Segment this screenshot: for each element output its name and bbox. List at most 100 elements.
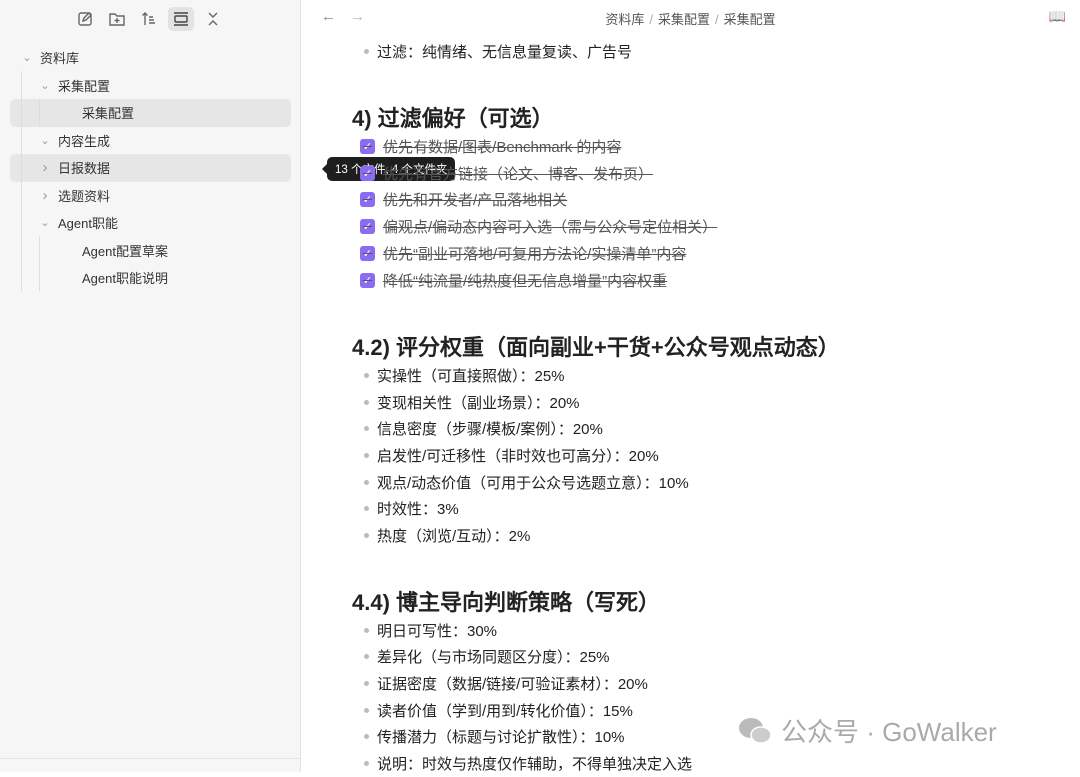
- breadcrumb-item[interactable]: 采集配置: [724, 12, 776, 27]
- list-item: 实操性（可直接照做）：25%: [352, 362, 1052, 389]
- explorer-toolbar: [72, 7, 226, 31]
- watermark: 公众号 · GoWalker: [737, 712, 997, 749]
- list-item: 说明：时效与热度仅作辅助，不得单独决定入选: [352, 750, 1052, 777]
- list-item: 明日可写性：30%: [352, 617, 1052, 644]
- tree-item[interactable]: Agent配置草案: [10, 237, 291, 265]
- checklist-item: ✓ 降低“纯流量/纯热度但无信息增量”内容权重: [352, 267, 1052, 294]
- list-item: 过滤：纯情绪、无信息量复读、广告号: [352, 38, 1052, 65]
- checklist-item-text: 优先“副业可落地/可复用方法论/实操清单”内容: [383, 243, 686, 264]
- bullet-icon: [364, 400, 369, 405]
- indent-guide: [21, 71, 22, 291]
- bullet-icon: [364, 453, 369, 458]
- list-item: 信息密度（步骤/模板/案例）：20%: [352, 415, 1052, 442]
- new-folder-button[interactable]: [104, 7, 130, 31]
- bullet-icon: [364, 373, 369, 378]
- list-item: 证据密度（数据/链接/可验证素材）：20%: [352, 670, 1052, 697]
- checklist-item: ✓ 优先有数据/图表/Benchmark 的内容: [352, 133, 1052, 160]
- chevron-right-icon: ›: [38, 159, 52, 176]
- collapse-view-button[interactable]: [168, 7, 194, 31]
- list-item-text: 说明：时效与热度仅作辅助，不得单独决定入选: [377, 753, 692, 774]
- tree-item-label: 选题资料: [58, 186, 110, 205]
- list-item-text: 观点/动态价值（可用于公众号选题立意）：10%: [377, 472, 689, 493]
- breadcrumb-item[interactable]: 资料库: [605, 12, 644, 27]
- reading-view-icon[interactable]: 📖: [1049, 8, 1066, 25]
- sort-button[interactable]: [136, 7, 162, 31]
- tree-item[interactable]: ⌄资料库: [10, 44, 291, 72]
- strategy-list: 明日可写性：30% 差异化（与市场同题区分度）：25% 证据密度（数据/链接/可验证…: [352, 617, 1052, 777]
- bullet-icon: [364, 480, 369, 485]
- list-item: 变现相关性（副业场景）：20%: [352, 389, 1052, 416]
- list-item-text: 实操性（可直接照做）：25%: [377, 365, 565, 386]
- list-item-text: 变现相关性（副业场景）：20%: [377, 392, 580, 413]
- list-item-text: 过滤：纯情绪、无信息量复读、广告号: [377, 41, 632, 62]
- watermark-text: 公众号 · GoWalker: [781, 712, 997, 749]
- bullet-icon: [364, 708, 369, 713]
- breadcrumb-item[interactable]: 采集配置: [658, 12, 710, 27]
- checklist-item-text: 偏观点/偏动态内容可入选（需与公众号定位相关）: [383, 216, 717, 237]
- checklist-item: ✓ 优先“副业可落地/可复用方法论/实操清单”内容: [352, 240, 1052, 267]
- chevron-right-icon: ›: [38, 187, 52, 204]
- checklist-item: ✓ 优先有官方链接（论文、博客、发布页）: [352, 160, 1052, 187]
- checkbox-checked-icon[interactable]: ✓: [360, 166, 375, 181]
- checkbox-checked-icon[interactable]: ✓: [360, 192, 375, 207]
- list-item: 观点/动态价值（可用于公众号选题立意）：10%: [352, 469, 1052, 496]
- indent-guide: [39, 236, 40, 291]
- list-item: 时效性：3%: [352, 495, 1052, 522]
- file-tree: ⌄资料库⌄采集配置采集配置⌄内容生成›日报数据›选题资料⌄Agent职能Agen…: [0, 44, 301, 292]
- folder-plus-icon: [108, 11, 126, 27]
- checklist-item-text: 降低“纯流量/纯热度但无信息增量”内容权重: [383, 270, 667, 291]
- tree-item-label: 日报数据: [58, 158, 110, 177]
- tree-item-label: 资料库: [40, 48, 79, 67]
- bullet-icon: [364, 506, 369, 511]
- tree-item[interactable]: 采集配置: [10, 99, 291, 127]
- list-item-text: 传播潜力（标题与讨论扩散性）：10%: [377, 726, 625, 747]
- list-item-text: 明日可写性：30%: [377, 620, 497, 641]
- expand-collapse-button[interactable]: [200, 7, 226, 31]
- bullet-icon: [364, 761, 369, 766]
- checklist-item-text: 优先有官方链接（论文、博客、发布页）: [383, 163, 653, 184]
- checklist-item: ✓ 偏观点/偏动态内容可入选（需与公众号定位相关）: [352, 213, 1052, 240]
- file-explorer-sidebar: ⌄资料库⌄采集配置采集配置⌄内容生成›日报数据›选题资料⌄Agent职能Agen…: [0, 0, 301, 772]
- tree-item[interactable]: ⌄采集配置: [10, 72, 291, 100]
- sidebar-footer: [0, 758, 301, 772]
- document-body: 过滤：纯情绪、无信息量复读、广告号 4) 过滤偏好（可选） ✓ 优先有数据/图表/…: [352, 38, 1052, 777]
- chevron-down-icon: ⌄: [38, 134, 52, 147]
- list-item-text: 热度（浏览/互动）：2%: [377, 525, 530, 546]
- chevron-down-icon: ⌄: [38, 79, 52, 92]
- list-item-text: 启发性/可迁移性（非时效也可高分）：20%: [377, 445, 659, 466]
- chevron-down-icon: ⌄: [38, 216, 52, 229]
- list-item-text: 信息密度（步骤/模板/案例）：20%: [377, 418, 603, 439]
- checklist-item: ✓优先和开发者/产品落地相关: [352, 186, 1052, 213]
- checklist-item-text: 优先有数据/图表/Benchmark 的内容: [383, 136, 621, 157]
- wechat-icon: [737, 716, 773, 746]
- indent-guide: [39, 99, 40, 126]
- heading-blogger-strategy: 4.4) 博主导向判断策略（写死）: [352, 589, 1052, 617]
- tree-item[interactable]: › 日报数据: [10, 154, 291, 182]
- tree-item-label: 采集配置: [82, 103, 134, 122]
- bullet-icon: [364, 654, 369, 659]
- heading-filter-preferences: 4) 过滤偏好（可选）: [352, 105, 1052, 133]
- tree-item[interactable]: ⌄ Agent职能: [10, 209, 291, 237]
- checkbox-checked-icon[interactable]: ✓: [360, 219, 375, 234]
- checklist: ✓ 优先有数据/图表/Benchmark 的内容 ✓ 优先有官方链接（论文、博客、发布…: [352, 133, 1052, 294]
- tree-item[interactable]: › 选题资料: [10, 182, 291, 210]
- new-note-button[interactable]: [72, 7, 98, 31]
- weights-list: 实操性（可直接照做）：25% 变现相关性（副业场景）：20% 信息密度（步骤/模板/…: [352, 362, 1052, 549]
- bullet-icon: [364, 734, 369, 739]
- list-item: 差异化（与市场同题区分度）：25%: [352, 644, 1052, 671]
- tree-item-label: Agent配置草案: [82, 241, 168, 260]
- chevrons-icon: [206, 11, 220, 27]
- list-item: 热度（浏览/互动）：2%: [352, 522, 1052, 549]
- checkbox-checked-icon[interactable]: ✓: [360, 139, 375, 154]
- list-item-text: 读者价值（学到/用到/转化价值）：15%: [377, 700, 633, 721]
- list-item-text: 时效性：3%: [377, 498, 459, 519]
- checkbox-checked-icon[interactable]: ✓: [360, 273, 375, 288]
- tree-item[interactable]: Agent职能说明: [10, 264, 291, 292]
- bullet-icon: [364, 426, 369, 431]
- tree-item-label: Agent职能: [58, 213, 118, 232]
- list-item: 启发性/可迁移性（非时效也可高分）：20%: [352, 442, 1052, 469]
- list-item-text: 差异化（与市场同题区分度）：25%: [377, 646, 610, 667]
- checkbox-checked-icon[interactable]: ✓: [360, 246, 375, 261]
- tree-item-label: 内容生成: [58, 131, 110, 150]
- tree-item[interactable]: ⌄ 内容生成: [10, 127, 291, 155]
